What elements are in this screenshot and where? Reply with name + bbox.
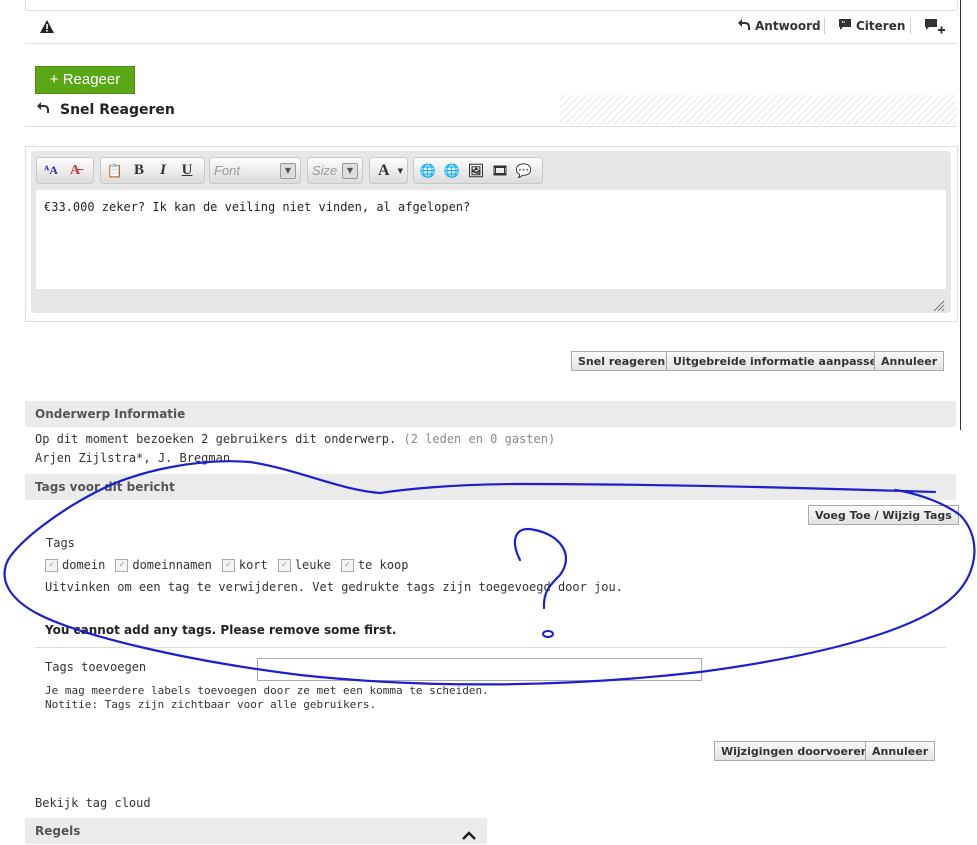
post-top-strip [25,0,958,10]
resize-handle-icon[interactable] [933,297,945,316]
italic-icon[interactable]: I [153,162,173,179]
tags-header: Tags voor dit bericht [25,474,956,500]
tag-item[interactable]: ✓ domein [45,558,105,572]
paste-icon[interactable]: 📋 [105,163,125,179]
video-icon[interactable]: 🎞 [490,163,510,179]
visitors-detail: (2 leden en 0 gasten) [403,432,556,446]
reply-link[interactable]: Antwoord [737,18,821,34]
image-icon[interactable]: 🖼 [466,163,486,179]
reply-textarea[interactable]: €33.000 zeker? Ik kan de veiling niet vi… [36,190,946,289]
clear-styles-icon[interactable]: A̶ [65,163,85,179]
tag-list: ✓ domein ✓ domeinnamen ✓ kort ✓ leuke ✓ te ko… [45,558,418,572]
divider [910,18,911,34]
quick-reply-submit-button[interactable]: Snel reageren [571,351,673,371]
cancel-tags-button[interactable]: Annuleer [865,741,936,761]
quote-label: Citeren [856,19,906,33]
quote-bubble-icon: " [838,18,852,34]
remove-format-icon[interactable]: ᴬA [41,163,61,178]
checkbox-checked-icon: ✓ [277,559,291,572]
checkbox-checked-icon: ✓ [340,559,354,572]
chevron-down-icon: ▼ [342,162,358,179]
quote-link[interactable]: " Citeren [838,18,905,34]
divider [25,126,956,127]
reply-arrow-icon [36,101,50,118]
rules-header[interactable]: Regels [25,818,487,844]
quote-bubble-icon[interactable]: 💬 [514,163,534,179]
reageer-button[interactable]: + Reageer [35,66,135,94]
add-tags-input[interactable] [257,658,702,681]
reply-arrow-icon [737,18,751,34]
reply-label: Antwoord [755,19,821,33]
chevron-up-icon[interactable] [462,826,476,845]
tag-item[interactable]: ✓ domeinnamen [115,558,212,572]
tag-item[interactable]: ✓ te koop [340,558,408,572]
topic-info-header: Onderwerp Informatie [25,401,956,427]
unlink-globe-icon[interactable]: 🌐 [442,163,462,179]
underline-icon[interactable]: U [177,162,197,179]
uncheck-hint: Uitvinken om een tag te verwijderen. Vet… [45,580,623,594]
cancel-button[interactable]: Annuleer [874,351,945,371]
chevron-down-icon: ▼ [397,166,403,175]
add-tags-hint-2: Notitie: Tags zijn zichtbaar voor alle g… [45,698,377,711]
font-select-value: Font [214,163,241,178]
size-select[interactable]: Size ▼ [307,157,363,184]
checkbox-checked-icon: ✓ [115,559,129,572]
size-select-value: Size [312,163,338,178]
toolbar-group-format: ᴬA A̶ [36,157,94,184]
add-tags-hint-1: Je mag meerdere labels toevoegen door ze… [45,684,489,697]
checkbox-checked-icon: ✓ [221,559,235,572]
multi-quote-plus-icon[interactable] [924,18,946,38]
svg-text:": " [842,20,846,28]
tags-label: Tags [46,536,75,550]
chevron-down-icon: ▼ [280,162,296,179]
tag-cloud-link[interactable]: Bekijk tag cloud [35,796,151,810]
visitor-users: Arjen Zijlstra*, J. Bregman [35,451,231,465]
report-warning-icon[interactable] [40,18,54,37]
font-select[interactable]: Font ▼ [209,157,301,184]
text-color-icon: A [378,161,390,179]
link-globe-icon[interactable]: 🌐 [418,163,438,179]
advanced-edit-button[interactable]: Uitgebreide informatie aanpassen [666,351,892,371]
bold-icon[interactable]: B [129,162,149,179]
edit-tags-button[interactable]: Voeg Toe / Wijzig Tags [808,505,959,525]
toolbar-group-text: 📋 B I U [100,157,205,184]
text-color-select[interactable]: A ▼ [369,157,408,184]
cannot-add-message: You cannot add any tags. Please remove s… [45,623,397,637]
submit-tags-button[interactable]: Wijzigingen doorvoeren [714,741,876,761]
visitors-line: Op dit moment bezoeken 2 gebruikers dit … [35,432,555,446]
quick-reply-title: Snel Reageren [60,101,175,118]
checkbox-checked-icon: ✓ [45,559,58,572]
visitors-text: Op dit moment bezoeken 2 gebruikers dit … [35,432,397,446]
window-edge [960,0,961,430]
add-tags-label: Tags toevoegen [45,660,147,674]
divider [824,18,825,34]
divider [35,647,946,648]
toolbar-group-insert: 🌐 🌐 🖼 🎞 💬 [413,157,543,184]
tag-item[interactable]: ✓ kort [221,558,268,572]
tag-item[interactable]: ✓ leuke [277,558,331,572]
quick-reply-heading: Snel Reageren [36,101,175,118]
decorative-stripes [560,95,956,125]
